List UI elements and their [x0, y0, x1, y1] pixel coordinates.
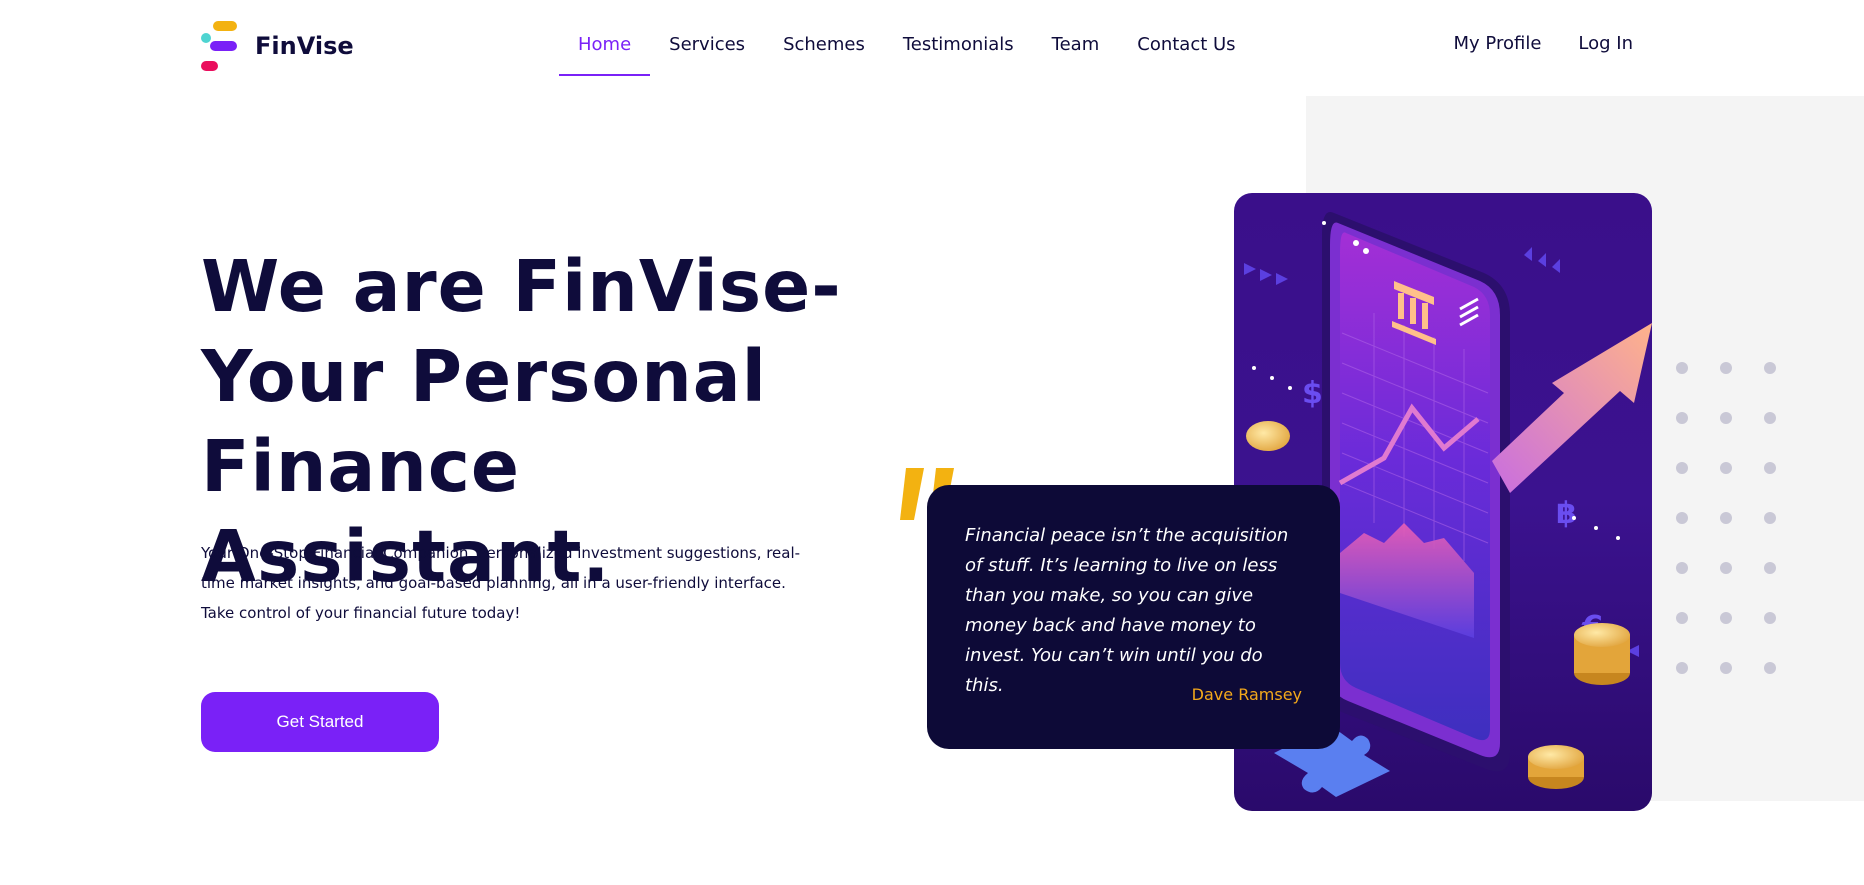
quote-author: Dave Ramsey — [1191, 685, 1302, 704]
account-links: My Profile Log In — [1417, 0, 1633, 77]
hero-description: Your One-Stop Financial Companion. Perso… — [201, 544, 801, 622]
logo-mark-icon — [201, 19, 237, 73]
nav-schemes[interactable]: Schemes — [764, 0, 884, 77]
quote-card: Financial peace isn’t the acquisition of… — [927, 485, 1340, 749]
nav-contact-us[interactable]: Contact Us — [1118, 0, 1254, 77]
hero-title-line-2: Your Personal — [201, 335, 767, 418]
main-nav: Home Services Schemes Testimonials Team … — [559, 0, 1255, 77]
log-in-link[interactable]: Log In — [1578, 0, 1633, 77]
quote-text: Financial peace isn’t the acquisition of… — [965, 525, 1289, 696]
brand-logo[interactable]: FinVise — [201, 19, 354, 73]
my-profile-link[interactable]: My Profile — [1454, 0, 1542, 77]
hero-title-line-1: We are FinVise- — [201, 245, 842, 328]
nav-services[interactable]: Services — [650, 0, 764, 77]
get-started-button[interactable]: Get Started — [201, 692, 439, 752]
svg-text:$: $ — [1302, 376, 1323, 411]
svg-text:฿: ฿ — [1556, 496, 1577, 531]
brand-name: FinVise — [255, 32, 354, 60]
nav-testimonials[interactable]: Testimonials — [884, 0, 1033, 77]
nav-home[interactable]: Home — [559, 0, 651, 77]
dot-grid-decoration — [1676, 362, 1776, 674]
nav-team[interactable]: Team — [1033, 0, 1119, 77]
